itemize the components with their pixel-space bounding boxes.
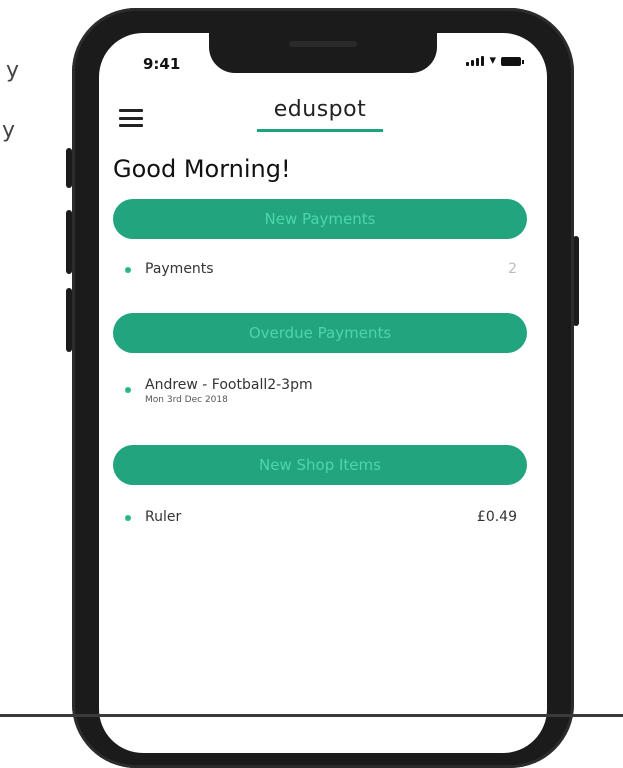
greeting-heading: Good Morning! xyxy=(113,155,291,183)
phone-screen: 9:41 ▾ eduspot Good Morning! New Payment… xyxy=(99,33,547,753)
status-time: 9:41 xyxy=(143,55,181,73)
logo-underline xyxy=(257,129,383,132)
wifi-icon: ▾ xyxy=(489,53,496,68)
floor-line xyxy=(0,714,623,717)
cellular-signal-icon xyxy=(466,55,485,66)
list-item[interactable]: Andrew - Football2-3pm Mon 3rd Dec 2018 xyxy=(125,377,517,405)
list-item-date: Mon 3rd Dec 2018 xyxy=(145,395,228,405)
list-item[interactable]: Ruler £0.49 xyxy=(125,509,517,525)
list-item-label: Payments xyxy=(145,261,214,277)
background-text-fragment: y xyxy=(6,58,20,83)
list-item-label: Ruler xyxy=(145,509,182,525)
bullet-icon xyxy=(125,515,131,521)
list-item[interactable]: Payments 2 xyxy=(125,261,517,277)
battery-icon xyxy=(501,57,524,66)
list-item-label: Andrew - Football2-3pm xyxy=(145,377,313,393)
background-text-fragment: y xyxy=(2,118,16,143)
status-icons: ▾ xyxy=(466,53,524,68)
bullet-icon xyxy=(125,267,131,273)
phone-notch xyxy=(209,33,437,73)
list-item-price: £0.49 xyxy=(476,509,517,525)
bullet-icon xyxy=(125,387,131,393)
new-shop-items-button[interactable]: New Shop Items xyxy=(113,445,527,485)
new-payments-button[interactable]: New Payments xyxy=(113,199,527,239)
list-item-count: 2 xyxy=(508,261,517,277)
app-logo: eduspot xyxy=(273,97,367,122)
hamburger-menu-icon[interactable] xyxy=(119,109,143,127)
overdue-payments-button[interactable]: Overdue Payments xyxy=(113,313,527,353)
